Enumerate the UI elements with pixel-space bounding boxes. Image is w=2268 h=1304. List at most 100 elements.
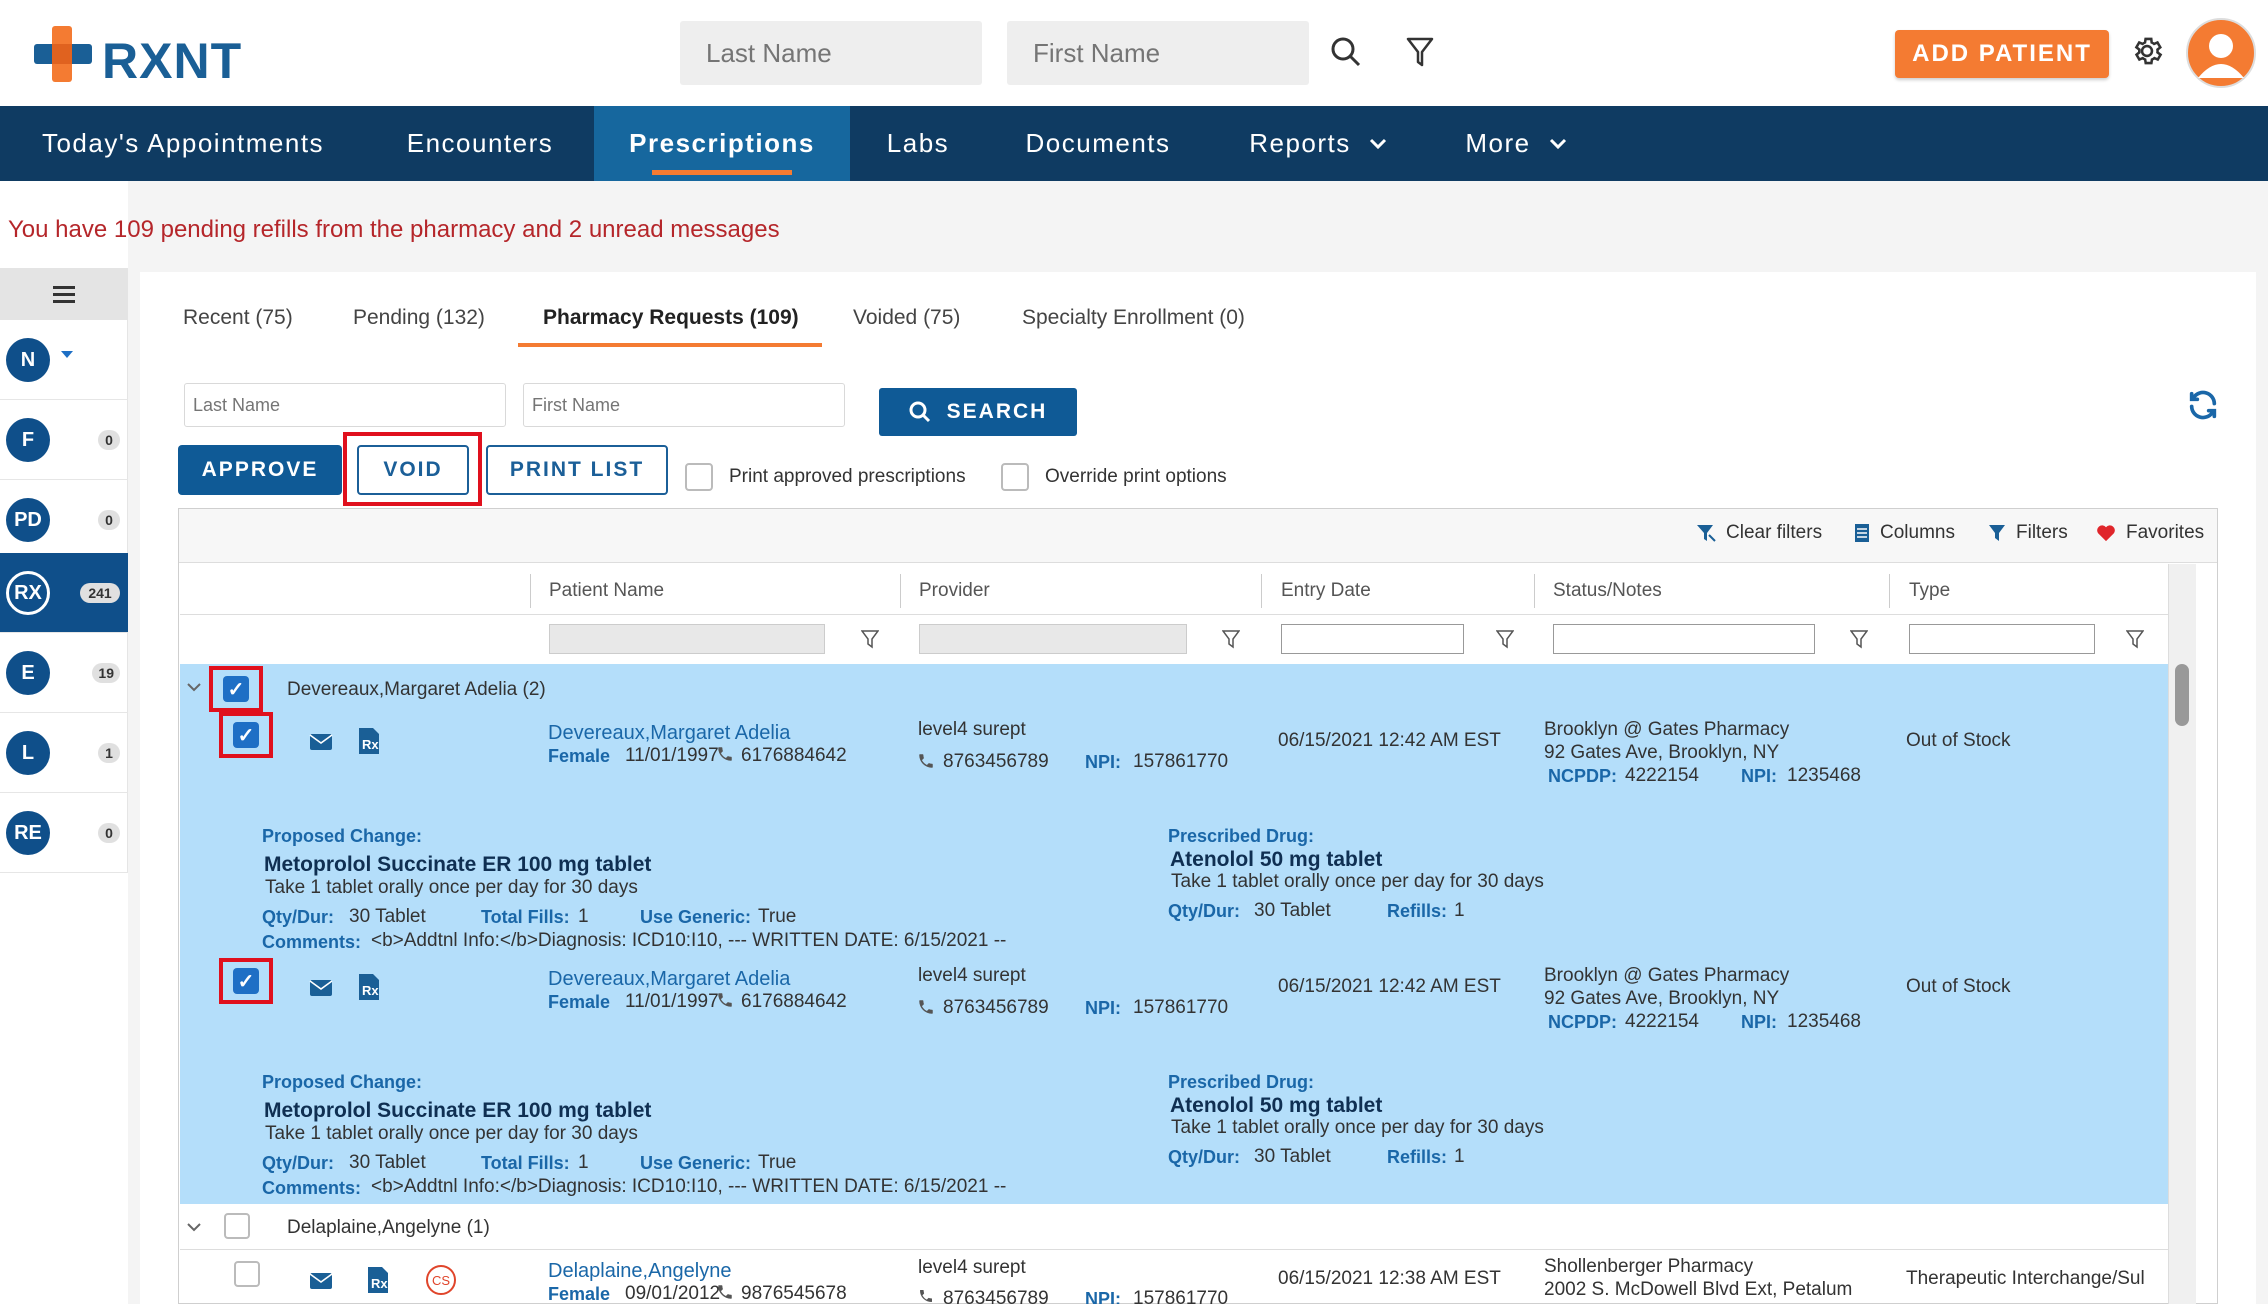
- chevron-down-icon[interactable]: [186, 682, 202, 694]
- group-checkbox[interactable]: ✓: [223, 676, 249, 702]
- void-button[interactable]: VOID: [357, 445, 469, 495]
- nav-labs[interactable]: Labs: [850, 106, 986, 181]
- patient-name-link[interactable]: Delaplaine,Angelyne: [548, 1260, 731, 1283]
- refresh-icon[interactable]: [2186, 388, 2220, 422]
- column-entry-date[interactable]: Entry Date: [1281, 580, 1371, 602]
- sidebar-item-f[interactable]: F 0: [0, 400, 128, 480]
- column-status-notes[interactable]: Status/Notes: [1553, 580, 1662, 602]
- column-type[interactable]: Type: [1909, 580, 1950, 602]
- row-checkbox[interactable]: ✓: [233, 722, 259, 748]
- row-checkbox[interactable]: ✓: [233, 968, 259, 994]
- group-checkbox[interactable]: [224, 1213, 250, 1239]
- nav-todays-appointments[interactable]: Today's Appointments: [0, 106, 366, 181]
- print-approved-checkbox[interactable]: [685, 463, 713, 491]
- nav-active-indicator: [652, 170, 792, 175]
- rx-document-icon[interactable]: Rx: [358, 727, 380, 755]
- proposed-qty: 30 Tablet: [349, 1152, 426, 1173]
- nav-documents[interactable]: Documents: [986, 106, 1210, 181]
- sidebar-item-rx[interactable]: RX 241: [0, 553, 128, 633]
- override-print-checkbox[interactable]: [1001, 463, 1029, 491]
- filter-icon[interactable]: [1406, 36, 1434, 68]
- favorites-button[interactable]: Favorites: [2096, 522, 2204, 544]
- sidebar-badge: 0: [98, 430, 120, 450]
- nav-more[interactable]: More: [1426, 106, 1606, 181]
- chevron-down-icon: [1369, 138, 1386, 149]
- phone-icon: [919, 1000, 933, 1014]
- clear-filter-icon: [1697, 525, 1716, 542]
- column-patient-name[interactable]: Patient Name: [549, 580, 664, 602]
- sidebar-item-re[interactable]: RE 0: [0, 793, 128, 873]
- sidebar-toggle[interactable]: [0, 268, 128, 320]
- group-title[interactable]: Devereaux,Margaret Adelia (2): [287, 679, 546, 701]
- filter-icon[interactable]: [1850, 629, 1868, 649]
- sidebar-badge: 241: [80, 583, 120, 603]
- comments-label: Comments:: [262, 1178, 362, 1198]
- search-button[interactable]: SEARCH: [879, 388, 1077, 436]
- rx-document-icon[interactable]: Rx: [367, 1266, 389, 1294]
- refills: 1: [1454, 900, 1465, 921]
- type-filter[interactable]: [1909, 624, 2095, 654]
- search-icon[interactable]: [1330, 36, 1362, 68]
- clear-filters-button[interactable]: Clear filters: [1696, 522, 1822, 544]
- header-last-name-input[interactable]: [680, 21, 982, 85]
- favorites-label: Favorites: [2126, 522, 2205, 543]
- total-fills: 1: [578, 1152, 589, 1173]
- envelope-icon[interactable]: [309, 979, 333, 997]
- provider-phone: 8763456789: [943, 997, 1049, 1018]
- envelope-icon[interactable]: [309, 733, 333, 751]
- status-notes-filter[interactable]: [1553, 624, 1815, 654]
- sidebar-item-pd[interactable]: PD 0: [0, 480, 128, 560]
- search-last-name-input[interactable]: [184, 383, 506, 427]
- comments-label: Comments:: [262, 932, 362, 952]
- entry-date-filter[interactable]: [1281, 624, 1464, 654]
- patient-name-link[interactable]: Devereaux,Margaret Adelia: [548, 722, 790, 745]
- column-separator: [1261, 574, 1262, 608]
- tab-recent[interactable]: Recent (75): [183, 306, 293, 330]
- filter-icon[interactable]: [861, 629, 879, 649]
- chevron-down-icon[interactable]: [186, 1222, 202, 1234]
- column-provider[interactable]: Provider: [919, 580, 990, 602]
- filters-button[interactable]: Filters: [1988, 522, 2068, 544]
- filter-icon[interactable]: [1496, 629, 1514, 649]
- gear-icon[interactable]: [2130, 34, 2164, 68]
- add-patient-button[interactable]: ADD PATIENT: [1895, 30, 2109, 78]
- nav-reports[interactable]: Reports: [1210, 106, 1426, 181]
- controlled-substance-badge: CS: [426, 1265, 456, 1295]
- sidebar-item-notifications[interactable]: N: [0, 320, 128, 400]
- provider-filter[interactable]: [919, 624, 1187, 654]
- rx-document-icon[interactable]: Rx: [358, 973, 380, 1001]
- sidebar-item-l[interactable]: L 1: [0, 713, 128, 793]
- filter-icon[interactable]: [2126, 629, 2144, 649]
- tab-pharmacy-requests[interactable]: Pharmacy Requests (109): [543, 306, 799, 330]
- avatar-icon[interactable]: [2186, 18, 2256, 88]
- header-first-name-input[interactable]: [1007, 21, 1309, 85]
- approve-button[interactable]: APPROVE: [178, 445, 342, 495]
- hamburger-icon: [53, 286, 75, 303]
- tab-voided[interactable]: Voided (75): [853, 306, 960, 330]
- pharmacy-address: 92 Gates Ave, Brooklyn, NY: [1544, 742, 1780, 763]
- heart-icon: [2097, 525, 2115, 542]
- group-title[interactable]: Delaplaine,Angelyne (1): [287, 1217, 490, 1239]
- pending-refills-alert[interactable]: You have 109 pending refills from the ph…: [8, 216, 780, 244]
- row-checkbox[interactable]: [234, 1261, 260, 1287]
- tab-pending[interactable]: Pending (132): [353, 306, 485, 330]
- print-list-button[interactable]: PRINT LIST: [486, 445, 668, 495]
- prescribed-sig: Take 1 tablet orally once per day for 30…: [1171, 871, 1544, 892]
- provider-npi: 157861770: [1133, 997, 1229, 1018]
- pharmacy-npi: 1235468: [1787, 765, 1861, 786]
- grid-scrollbar-thumb[interactable]: [2175, 664, 2189, 726]
- provider-phone: 8763456789: [943, 751, 1049, 772]
- sidebar-item-e[interactable]: E 19: [0, 633, 128, 713]
- tab-specialty-enrollment[interactable]: Specialty Enrollment (0): [1022, 306, 1245, 330]
- search-first-name-input[interactable]: [523, 383, 845, 427]
- nav-prescriptions[interactable]: Prescriptions: [594, 106, 850, 181]
- nav-encounters[interactable]: Encounters: [366, 106, 594, 181]
- patient-name-filter[interactable]: [549, 624, 825, 654]
- envelope-icon[interactable]: [309, 1272, 333, 1290]
- refills-label: Refills:: [1387, 1147, 1448, 1167]
- filter-icon[interactable]: [1222, 629, 1240, 649]
- patient-name-link[interactable]: Devereaux,Margaret Adelia: [548, 968, 790, 991]
- sidebar-item-label: F: [6, 418, 50, 462]
- columns-button[interactable]: Columns: [1854, 522, 1955, 544]
- prescribed-qty-label: Qty/Dur:: [1168, 1147, 1240, 1167]
